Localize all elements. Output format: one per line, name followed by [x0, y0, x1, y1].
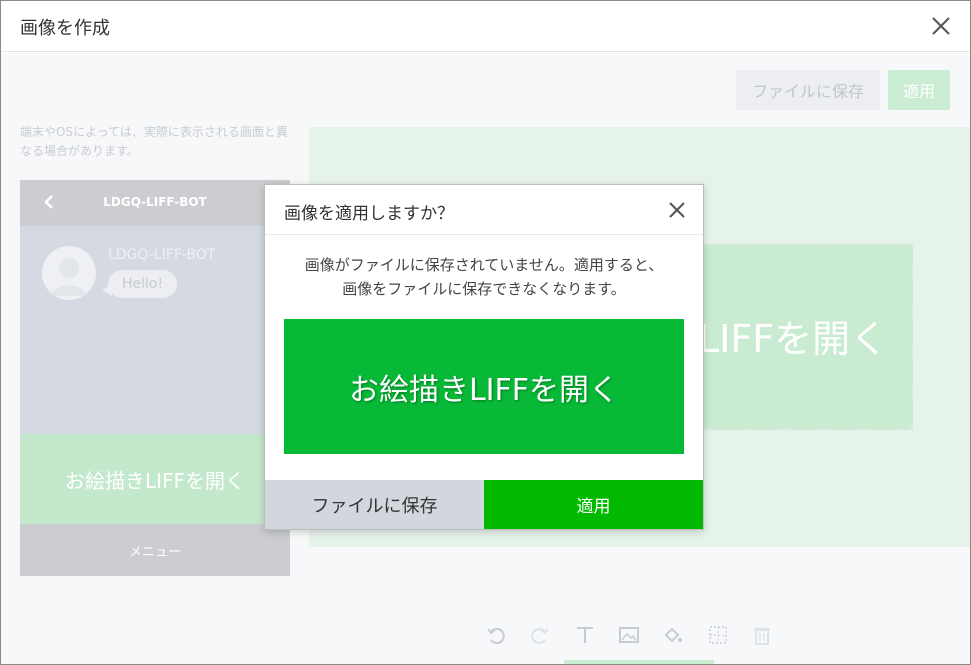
dialog-header: 画像を適用しますか？ [265, 185, 703, 235]
preview-note: 端末やOSによっては、実際に表示される画面と異なる場合があります。 [20, 125, 288, 158]
dialog-save-to-file-button[interactable]: ファイルに保存 [265, 480, 484, 529]
rich-menu-preview: お絵描きLIFFを開く [20, 434, 290, 524]
chat-sender-name: LDGQ-LIFF-BOT [108, 247, 216, 263]
text-icon[interactable] [568, 617, 602, 653]
bottom-strip [564, 660, 714, 664]
trash-icon[interactable] [745, 617, 779, 653]
avatar [42, 246, 96, 300]
image-preview-banner: お絵描きLIFFを開く [284, 319, 684, 454]
grid-icon[interactable] [700, 617, 734, 653]
menu-bar: メニュー [20, 524, 290, 576]
phone-chat-title: LDGQ-LIFF-BOT [103, 195, 207, 209]
undo-icon[interactable] [479, 617, 513, 653]
apply-button[interactable]: 適用 [888, 70, 950, 110]
fill-icon[interactable] [656, 617, 690, 653]
chat-bubble: Hello! [108, 270, 178, 298]
dialog-apply-button[interactable]: 適用 [484, 480, 703, 529]
phone-preview: LDGQ-LIFF-BOT LDGQ-LIFF-BOT Hello! お絵描きL… [20, 180, 290, 576]
dialog-title: 画像を適用しますか？ [284, 204, 454, 224]
save-to-file-button[interactable]: ファイルに保存 [736, 70, 880, 110]
window-title: 画像を作成 [20, 18, 110, 39]
image-icon[interactable] [612, 617, 646, 653]
dialog-message: 画像がファイルに保存されていません。適用すると、 画像をファイルに保存できなくな… [265, 253, 703, 301]
editor-toolbar [479, 616, 789, 654]
redo-icon[interactable] [523, 617, 557, 653]
close-icon[interactable] [930, 15, 952, 37]
window-header: 画像を作成 [1, 1, 970, 52]
phone-header: LDGQ-LIFF-BOT [20, 180, 290, 226]
dialog-message-line1: 画像がファイルに保存されていません。適用すると、 [304, 256, 664, 274]
close-icon[interactable] [667, 200, 687, 220]
person-icon [51, 258, 87, 296]
apply-confirm-dialog: 画像を適用しますか？ 画像がファイルに保存されていません。適用すると、 画像をフ… [264, 184, 704, 530]
dialog-message-line2: 画像をファイルに保存できなくなります。 [342, 280, 626, 298]
